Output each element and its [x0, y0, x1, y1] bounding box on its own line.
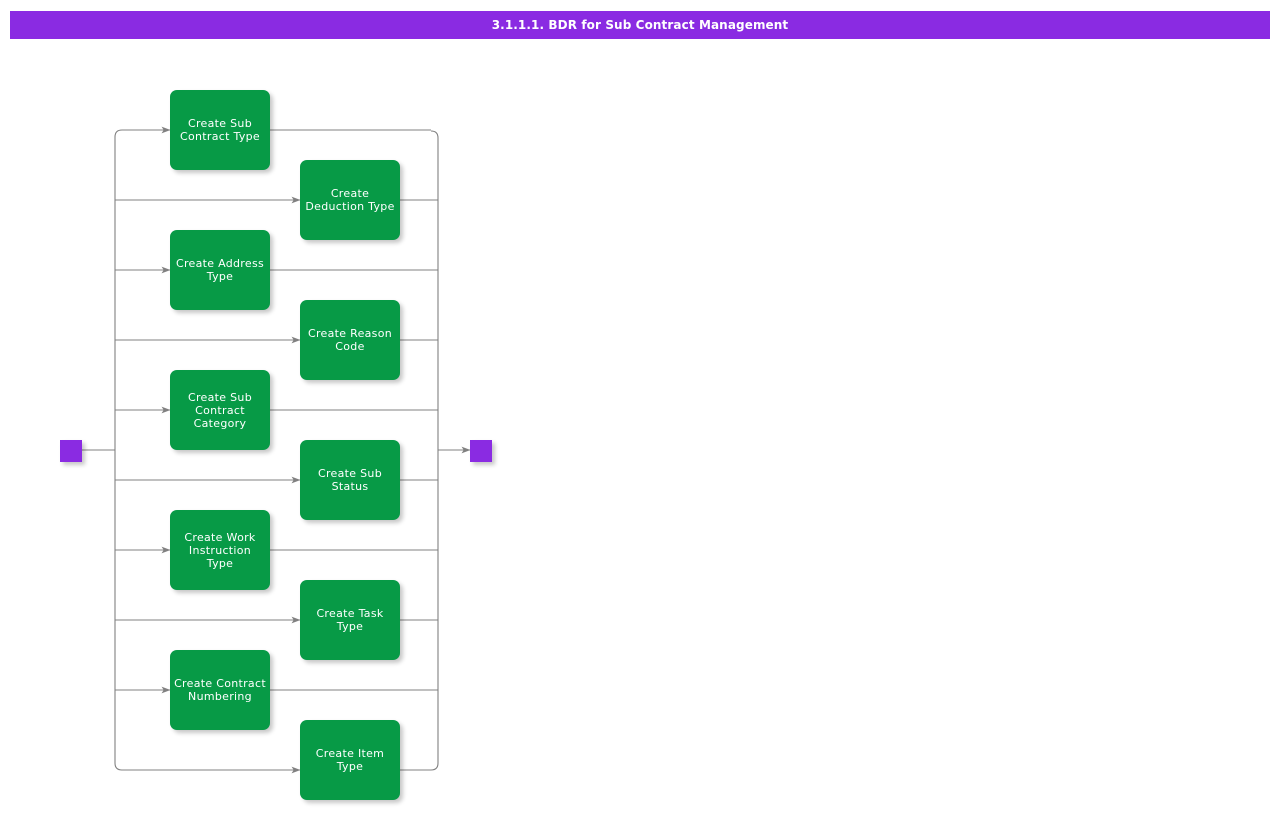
node-create-sub-contract-category[interactable]: Create Sub Contract Category	[170, 370, 270, 450]
node-label: Create Deduction Type	[305, 187, 395, 213]
node-create-address-type[interactable]: Create Address Type	[170, 230, 270, 310]
node-label: Create Reason Code	[307, 327, 393, 353]
node-create-reason-code[interactable]: Create Reason Code	[300, 300, 400, 380]
node-label: Create Item Type	[315, 747, 385, 773]
left-distribution-bus	[114, 129, 123, 771]
node-label: Create Sub Contract Type	[180, 117, 260, 143]
node-create-item-type[interactable]: Create Item Type	[300, 720, 400, 800]
node-label: Create Address Type	[175, 257, 265, 283]
right-collector-bus	[430, 130, 439, 771]
node-label: Create Sub Contract Category	[188, 390, 252, 430]
node-label: Create Sub Status	[318, 467, 382, 493]
node-create-work-instruction-type[interactable]: Create Work Instruction Type	[170, 510, 270, 590]
node-create-deduction-type[interactable]: Create Deduction Type	[300, 160, 400, 240]
node-label: Create Task Type	[316, 607, 384, 633]
end-terminator[interactable]	[470, 440, 492, 462]
node-create-sub-contract-type[interactable]: Create Sub Contract Type	[170, 90, 270, 170]
diagram-canvas: 3.1.1.1. BDR for Sub Contract Management	[0, 0, 1280, 820]
node-create-contract-numbering[interactable]: Create Contract Numbering	[170, 650, 270, 730]
node-label: Create Contract Numbering	[174, 677, 266, 703]
diagram-title-bar: 3.1.1.1. BDR for Sub Contract Management	[10, 11, 1270, 39]
node-create-task-type[interactable]: Create Task Type	[300, 580, 400, 660]
node-label: Create Work Instruction Type	[184, 530, 256, 570]
node-create-sub-status[interactable]: Create Sub Status	[300, 440, 400, 520]
start-terminator[interactable]	[60, 440, 82, 462]
page-title: 3.1.1.1. BDR for Sub Contract Management	[491, 18, 789, 32]
